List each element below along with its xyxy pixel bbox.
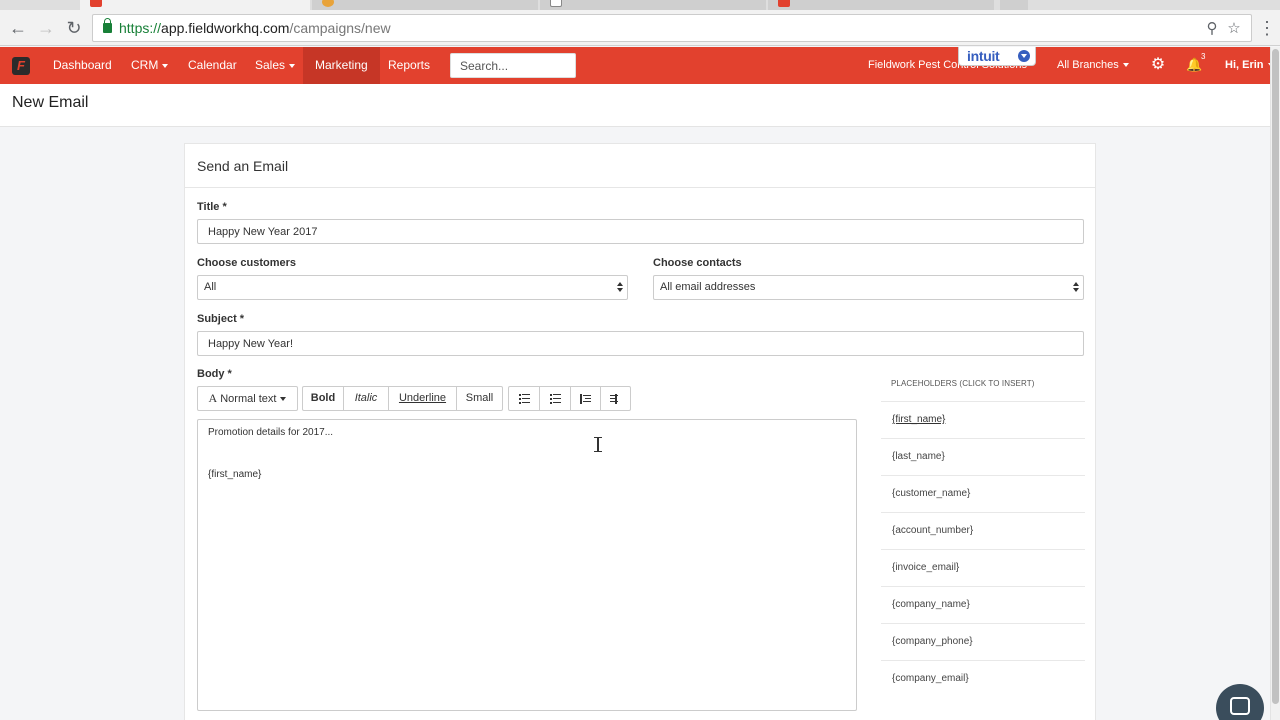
card-header: Send an Email xyxy=(185,144,1095,188)
caret-down-icon xyxy=(1122,63,1129,68)
placeholder-company-name[interactable]: {company_name} xyxy=(881,586,1085,623)
font-icon: A xyxy=(208,391,218,405)
subject-input[interactable] xyxy=(197,331,1084,356)
bell-icon[interactable]: 🔔 xyxy=(1186,55,1202,75)
bookmark-star-icon[interactable]: ☆ xyxy=(1225,20,1243,38)
chevron-down-icon xyxy=(1018,50,1030,62)
caret-down-icon xyxy=(162,63,169,68)
send-email-card: Send an Email Title * Choose customers A… xyxy=(184,143,1096,720)
nav-reports[interactable]: Reports xyxy=(388,47,430,84)
notification-count: 3 xyxy=(1201,52,1206,61)
underline-button[interactable]: Underline xyxy=(388,386,457,411)
contacts-select[interactable]: All email addresses xyxy=(653,275,1084,300)
page-title: New Email xyxy=(12,94,89,111)
zoom-icon[interactable]: ⚲ xyxy=(1203,20,1221,38)
bullet-list-button[interactable] xyxy=(539,386,571,411)
outdent-icon xyxy=(610,393,621,404)
lock-icon xyxy=(103,18,112,33)
body-line: {first_name} xyxy=(208,469,262,480)
global-search-input[interactable] xyxy=(450,53,576,78)
placeholder-company-phone[interactable]: {company_phone} xyxy=(881,623,1085,660)
intuit-badge[interactable]: intuit xyxy=(958,47,1036,66)
browser-tab-2[interactable] xyxy=(312,0,538,10)
body-line: Promotion details for 2017... xyxy=(208,427,334,438)
select-arrows-icon xyxy=(1073,282,1079,293)
forward-arrow-icon[interactable]: → xyxy=(34,16,58,40)
url-text: https://app.fieldworkhq.com/campaigns/ne… xyxy=(119,20,391,36)
address-bar[interactable]: https://app.fieldworkhq.com/campaigns/ne… xyxy=(92,14,1252,42)
placeholder-first-name[interactable]: {first_name} xyxy=(881,401,1085,438)
page-scrollbar[interactable] xyxy=(1270,47,1280,720)
browser-tab-strip xyxy=(0,0,1280,10)
placeholder-customer-name[interactable]: {customer_name} xyxy=(881,475,1085,512)
placeholder-invoice-email[interactable]: {invoice_email} xyxy=(881,549,1085,586)
nav-sales[interactable]: Sales xyxy=(255,47,296,84)
small-button[interactable]: Small xyxy=(456,386,503,411)
reload-icon[interactable]: ↻ xyxy=(62,16,86,40)
title-input[interactable] xyxy=(197,219,1084,244)
scrollbar-thumb[interactable] xyxy=(1272,49,1279,704)
page-header: New Email xyxy=(0,84,1270,127)
gear-icon[interactable]: ⚙ xyxy=(1150,55,1166,75)
ordered-list-button[interactable] xyxy=(508,386,540,411)
outdent-button[interactable] xyxy=(600,386,631,411)
italic-button[interactable]: Italic xyxy=(343,386,389,411)
indent-button[interactable] xyxy=(570,386,601,411)
chat-launcher-icon[interactable] xyxy=(1216,684,1264,720)
customers-label: Choose customers xyxy=(197,257,297,269)
browser-menu-icon[interactable]: ⋮ xyxy=(1258,18,1276,40)
nav-crm[interactable]: CRM xyxy=(131,47,169,84)
contacts-label: Choose contacts xyxy=(653,257,742,269)
card-title: Send an Email xyxy=(197,158,289,174)
branches-dropdown[interactable]: All Branches xyxy=(1057,47,1129,84)
placeholder-account-number[interactable]: {account_number} xyxy=(881,512,1085,549)
bullet-list-icon xyxy=(549,393,561,404)
new-tab-button[interactable] xyxy=(1000,0,1028,10)
caret-down-icon xyxy=(280,397,287,402)
fieldwork-logo[interactable]: F xyxy=(12,57,30,75)
browser-toolbar: ← → ↻ https://app.fieldworkhq.com/campai… xyxy=(0,10,1280,46)
caret-down-icon xyxy=(289,63,296,68)
placeholder-last-name[interactable]: {last_name} xyxy=(881,438,1085,475)
customers-select[interactable]: All xyxy=(197,275,628,300)
browser-tab-3[interactable] xyxy=(540,0,766,10)
indent-icon xyxy=(580,393,591,404)
app-navbar: F Dashboard CRM Calendar Sales Marketing… xyxy=(0,47,1274,84)
text-style-dropdown[interactable]: A Normal text xyxy=(197,386,298,411)
subject-label: Subject * xyxy=(197,313,245,325)
email-body-editor[interactable]: Promotion details for 2017... {first_nam… xyxy=(197,419,857,711)
placeholders-heading: PLACEHOLDERS (CLICK TO INSERT) xyxy=(891,379,1035,388)
favicon-icon xyxy=(322,0,334,7)
nav-marketing[interactable]: Marketing xyxy=(303,47,380,84)
user-menu[interactable]: Hi, Erin xyxy=(1225,47,1274,84)
browser-tab-campaigns[interactable] xyxy=(80,0,310,10)
document-favicon-icon xyxy=(550,0,562,7)
bold-button[interactable]: Bold xyxy=(302,386,344,411)
back-arrow-icon[interactable]: ← xyxy=(6,16,30,40)
ordered-list-icon xyxy=(518,393,530,404)
browser-tab-4[interactable] xyxy=(768,0,994,10)
fieldwork-favicon-icon xyxy=(90,0,102,7)
nav-calendar[interactable]: Calendar xyxy=(188,47,237,84)
title-label: Title * xyxy=(197,201,227,213)
nav-dashboard[interactable]: Dashboard xyxy=(53,47,112,84)
favicon-icon xyxy=(778,0,790,7)
intuit-logo: intuit xyxy=(967,48,1000,64)
body-label: Body * xyxy=(197,368,232,380)
placeholder-company-email[interactable]: {company_email} xyxy=(881,660,1085,697)
select-arrows-icon xyxy=(617,282,623,293)
text-cursor-icon xyxy=(594,437,602,452)
